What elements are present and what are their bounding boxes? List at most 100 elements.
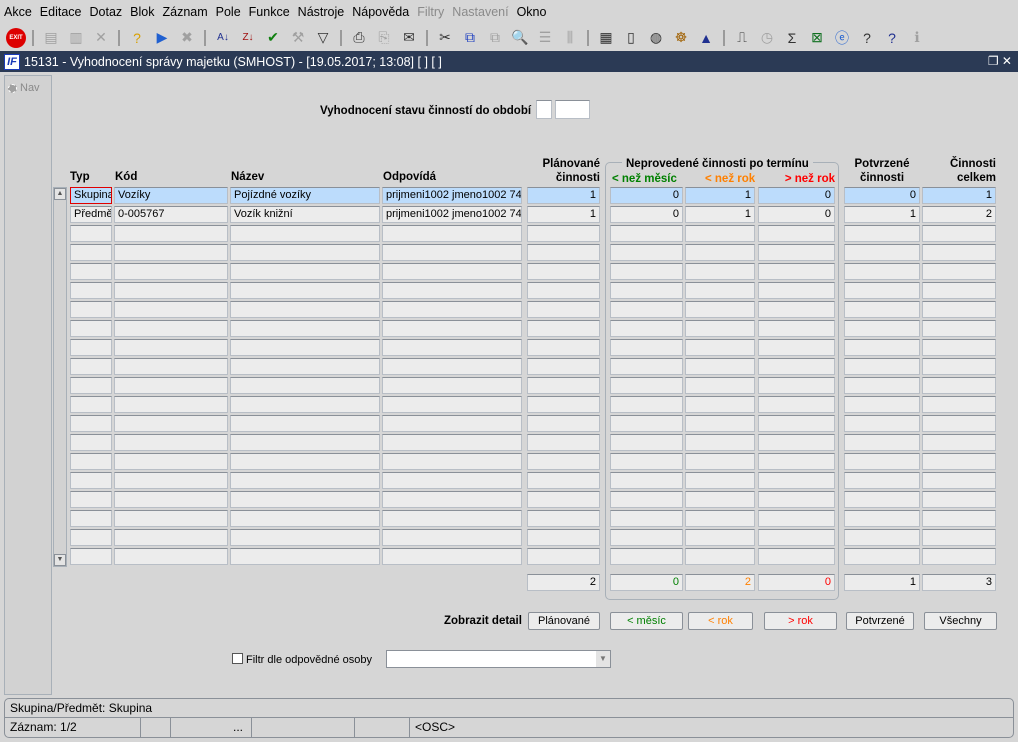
cell-typ[interactable]	[70, 244, 112, 261]
scroll-up-icon[interactable]: ▲	[54, 188, 66, 200]
cut-icon[interactable]: ✂	[434, 27, 456, 49]
print-icon[interactable]: ⎙	[348, 27, 370, 49]
delete-record-icon[interactable]: ✕	[90, 27, 112, 49]
cell-odpovida[interactable]	[382, 472, 522, 489]
cell-vicerok[interactable]	[758, 320, 835, 337]
menu-nápověda[interactable]: Nápověda	[352, 5, 409, 19]
cell-typ[interactable]	[70, 301, 112, 318]
cell-celkem[interactable]	[922, 301, 996, 318]
cell-vicerok[interactable]	[758, 358, 835, 375]
filter-checkbox[interactable]	[232, 653, 243, 664]
cell-odpovida[interactable]	[382, 529, 522, 546]
cell-planovane[interactable]	[527, 396, 600, 413]
menu-záznam[interactable]: Záznam	[162, 5, 207, 19]
detail-vicerok-button[interactable]: > rok	[764, 612, 837, 630]
cell-mesic[interactable]	[610, 415, 683, 432]
cell-mesic[interactable]	[610, 377, 683, 394]
enter-query-icon[interactable]: ?	[126, 27, 148, 49]
cell-kod[interactable]	[114, 377, 228, 394]
cell-typ[interactable]	[70, 491, 112, 508]
cell-nazev[interactable]	[230, 396, 380, 413]
cell-potvrzene[interactable]	[844, 377, 920, 394]
cell-kod[interactable]	[114, 263, 228, 280]
cell-planovane[interactable]	[527, 225, 600, 242]
copy-record-icon[interactable]: ▥	[65, 27, 87, 49]
cell-mesic[interactable]	[610, 472, 683, 489]
cell-rok[interactable]	[685, 434, 755, 451]
cell-nazev[interactable]	[230, 453, 380, 470]
cell-rok[interactable]	[685, 244, 755, 261]
cell-odpovida[interactable]	[382, 396, 522, 413]
cell-celkem[interactable]	[922, 472, 996, 489]
detail-rok-button[interactable]: < rok	[688, 612, 753, 630]
cell-celkem[interactable]	[922, 491, 996, 508]
cell-odpovida[interactable]	[382, 453, 522, 470]
cell-rok[interactable]	[685, 548, 755, 565]
cell-rok[interactable]	[685, 282, 755, 299]
cell-celkem[interactable]	[922, 358, 996, 375]
clock-icon[interactable]: ◷	[756, 27, 778, 49]
cell-kod[interactable]	[114, 282, 228, 299]
cell-vicerok[interactable]	[758, 472, 835, 489]
cell-rok[interactable]	[685, 301, 755, 318]
cell-rok[interactable]	[685, 358, 755, 375]
cell-nazev[interactable]	[230, 434, 380, 451]
cell-planovane[interactable]	[527, 358, 600, 375]
cell-celkem[interactable]	[922, 320, 996, 337]
copy-icon[interactable]: ⧉	[459, 27, 481, 49]
cell-nazev[interactable]	[230, 548, 380, 565]
cell-potvrzene[interactable]	[844, 529, 920, 546]
cell-mesic[interactable]: 0	[610, 206, 683, 223]
cell-odpovida[interactable]	[382, 358, 522, 375]
cell-kod[interactable]: 0-005767	[114, 206, 228, 223]
cell-odpovida[interactable]	[382, 244, 522, 261]
cell-odpovida[interactable]	[382, 434, 522, 451]
cell-potvrzene[interactable]	[844, 453, 920, 470]
cell-planovane[interactable]	[527, 377, 600, 394]
cell-rok[interactable]	[685, 320, 755, 337]
cell-nazev[interactable]	[230, 491, 380, 508]
cell-vicerok[interactable]	[758, 491, 835, 508]
cell-typ[interactable]: Skupina	[70, 187, 112, 204]
cell-kod[interactable]	[114, 472, 228, 489]
cell-vicerok[interactable]: 0	[758, 206, 835, 223]
cell-nazev[interactable]	[230, 510, 380, 527]
cell-vicerok[interactable]	[758, 453, 835, 470]
sum-icon[interactable]: Σ	[781, 27, 803, 49]
menu-funkce[interactable]: Funkce	[249, 5, 290, 19]
cell-planovane[interactable]	[527, 434, 600, 451]
cell-planovane[interactable]	[527, 453, 600, 470]
cell-kod[interactable]	[114, 415, 228, 432]
exit-button[interactable]: EXIT	[6, 27, 26, 48]
cell-potvrzene[interactable]	[844, 415, 920, 432]
cell-kod[interactable]	[114, 529, 228, 546]
cell-mesic[interactable]	[610, 358, 683, 375]
triangle-icon[interactable]: ▲	[695, 27, 717, 49]
cell-potvrzene[interactable]	[844, 282, 920, 299]
cell-planovane[interactable]: 1	[527, 206, 600, 223]
cell-typ[interactable]	[70, 358, 112, 375]
cell-potvrzene[interactable]	[844, 320, 920, 337]
cell-planovane[interactable]	[527, 529, 600, 546]
cell-planovane[interactable]	[527, 263, 600, 280]
cell-rok[interactable]	[685, 453, 755, 470]
cell-rok[interactable]	[685, 510, 755, 527]
detail-planovane-button[interactable]: Plánované	[528, 612, 600, 630]
print-setup-icon[interactable]: ⎘	[373, 27, 395, 49]
cell-nazev[interactable]: Vozík knižní	[230, 206, 380, 223]
detail-vsechny-button[interactable]: Všechny	[924, 612, 997, 630]
cell-celkem[interactable]	[922, 263, 996, 280]
cell-vicerok[interactable]	[758, 244, 835, 261]
period-field-1[interactable]	[536, 100, 552, 119]
cell-typ[interactable]	[70, 263, 112, 280]
menu-blok[interactable]: Blok	[130, 5, 154, 19]
cell-odpovida[interactable]	[382, 491, 522, 508]
cell-planovane[interactable]	[527, 244, 600, 261]
cell-planovane[interactable]	[527, 282, 600, 299]
cell-typ[interactable]	[70, 320, 112, 337]
cell-kod[interactable]	[114, 434, 228, 451]
cell-odpovida[interactable]	[382, 377, 522, 394]
help-context-icon[interactable]: ?	[856, 27, 878, 49]
cell-vicerok[interactable]	[758, 301, 835, 318]
menu-editace[interactable]: Editace	[40, 5, 82, 19]
